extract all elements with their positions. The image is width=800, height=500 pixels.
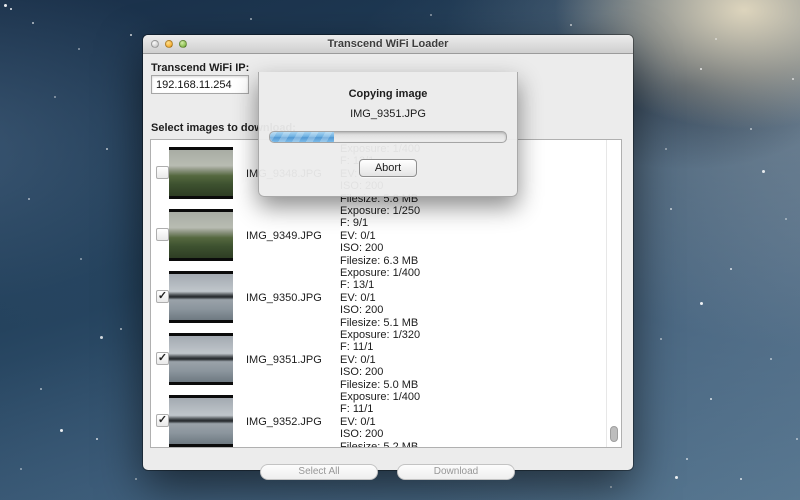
title-bar[interactable]: Transcend WiFi Loader: [143, 35, 633, 54]
image-checkbox[interactable]: [156, 166, 169, 179]
image-thumbnail: [169, 271, 233, 323]
image-exif: Exposure: 1/250F: 9/1EV: 0/1ISO: 200File…: [340, 205, 420, 267]
progress-bar-fill: [270, 132, 334, 142]
image-checkbox[interactable]: [156, 228, 169, 241]
image-exif: Exposure: 1/400F: 13/1EV: 0/1ISO: 200Fil…: [340, 267, 420, 329]
minimize-button[interactable]: [165, 40, 173, 48]
sheet-filename: IMG_9351.JPG: [259, 108, 517, 120]
image-thumbnail: [169, 209, 233, 261]
image-thumbnail: [169, 395, 233, 447]
image-checkbox[interactable]: ✓: [156, 414, 169, 427]
download-button[interactable]: Download: [397, 464, 515, 480]
progress-bar: [269, 131, 507, 143]
copying-sheet: Copying image IMG_9351.JPG Abort: [258, 72, 518, 197]
app-window: Transcend WiFi Loader Transcend WiFi IP:…: [143, 35, 633, 470]
abort-button[interactable]: Abort: [359, 159, 417, 177]
traffic-lights: [151, 40, 187, 48]
ip-field-label: Transcend WiFi IP:: [151, 62, 249, 74]
image-row: ✓ IMG_9352.JPG Exposure: 1/400F: 11/1EV:…: [151, 390, 606, 448]
image-thumbnail: [169, 147, 233, 199]
image-row: ✓ IMG_9350.JPG Exposure: 1/400F: 13/1EV:…: [151, 266, 606, 328]
image-filename: IMG_9351.JPG: [246, 354, 322, 366]
image-checkbox[interactable]: ✓: [156, 352, 169, 365]
image-filename: IMG_9350.JPG: [246, 292, 322, 304]
sheet-title: Copying image: [259, 88, 517, 100]
image-filename: IMG_9352.JPG: [246, 416, 322, 428]
image-thumbnail: [169, 333, 233, 385]
image-exif: Exposure: 1/400F: 11/1EV: 0/1ISO: 200Fil…: [340, 391, 420, 448]
image-row: ✓ IMG_9351.JPG Exposure: 1/320F: 11/1EV:…: [151, 328, 606, 390]
zoom-button[interactable]: [179, 40, 187, 48]
scrollbar-track[interactable]: [606, 140, 621, 447]
image-exif: Exposure: 1/320F: 11/1EV: 0/1ISO: 200Fil…: [340, 329, 420, 391]
ip-input[interactable]: [151, 75, 249, 94]
image-filename: IMG_9349.JPG: [246, 230, 322, 242]
scrollbar-thumb[interactable]: [610, 426, 618, 442]
window-content: Transcend WiFi IP: Select images to down…: [143, 54, 633, 470]
image-row: IMG_9349.JPG Exposure: 1/250F: 9/1EV: 0/…: [151, 204, 606, 266]
window-title: Transcend WiFi Loader: [143, 35, 633, 53]
image-checkbox[interactable]: ✓: [156, 290, 169, 303]
select-all-button[interactable]: Select All: [260, 464, 378, 480]
star-field-bright: [4, 4, 7, 7]
close-button[interactable]: [151, 40, 159, 48]
star-field: [10, 8, 12, 10]
